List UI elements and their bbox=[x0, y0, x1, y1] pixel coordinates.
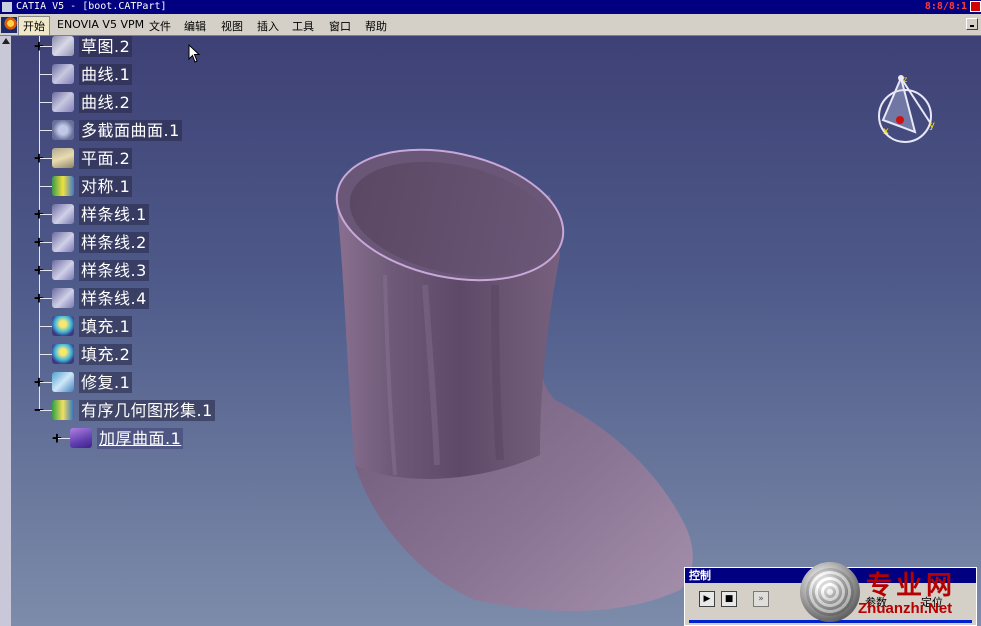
tree-node-label[interactable]: 填充.1 bbox=[79, 316, 133, 337]
next-icon: » bbox=[758, 594, 764, 604]
curve-icon bbox=[52, 92, 74, 112]
spline-icon bbox=[52, 232, 74, 252]
tree-node-label[interactable]: 样条线.3 bbox=[79, 260, 149, 281]
mouse-cursor-icon bbox=[188, 44, 201, 63]
curve-icon bbox=[52, 64, 74, 84]
fill-icon bbox=[52, 316, 74, 336]
menu-bar: 开始 ENOVIA V5 VPM 文件 编辑 视图 插入 工具 窗口 帮助 bbox=[0, 14, 981, 36]
spline-icon bbox=[52, 260, 74, 280]
menu-view[interactable]: 视图 bbox=[221, 18, 243, 34]
menu-insert[interactable]: 插入 bbox=[257, 18, 279, 34]
symmetry-icon bbox=[52, 176, 74, 196]
app-window-icon bbox=[2, 2, 12, 12]
tree-node-label[interactable]: 曲线.1 bbox=[79, 64, 133, 85]
compass-widget[interactable]: x y z bbox=[865, 70, 945, 150]
fill-icon bbox=[52, 344, 74, 364]
tree-node-label[interactable]: 平面.2 bbox=[79, 148, 133, 169]
tree-node-label[interactable]: 修复.1 bbox=[79, 372, 133, 393]
menu-enovia[interactable]: ENOVIA V5 VPM bbox=[57, 18, 144, 31]
spline-icon bbox=[52, 204, 74, 224]
compass-y-label: y bbox=[929, 120, 935, 131]
tree-node-label[interactable]: 样条线.1 bbox=[79, 204, 149, 225]
tree-node-label[interactable]: 草图.2 bbox=[79, 36, 133, 57]
menu-window[interactable]: 窗口 bbox=[329, 18, 351, 34]
tree-node-label[interactable]: 填充.2 bbox=[79, 344, 133, 365]
title-bar: CATIA V5 - [boot.CATPart] 8:8/8:1 bbox=[0, 0, 981, 14]
specification-tree: + 草图.2 曲线.1 曲线.2 多截面曲面.1 + 平面.2 对称.1 + 样… bbox=[0, 36, 300, 456]
watermark-logo bbox=[800, 562, 860, 622]
play-icon: ▶ bbox=[703, 594, 711, 604]
tree-node-label[interactable]: 多截面曲面.1 bbox=[79, 120, 182, 141]
clock-readout: 8:8/8:1 bbox=[924, 1, 967, 12]
stop-icon: ■ bbox=[724, 594, 734, 604]
multi-section-surface-icon bbox=[52, 120, 74, 140]
stop-button[interactable]: ■ bbox=[721, 591, 737, 607]
compass-x-label: x bbox=[883, 126, 889, 137]
tree-node-label[interactable]: 样条线.2 bbox=[79, 232, 149, 253]
healing-icon bbox=[52, 372, 74, 392]
tree-node-label[interactable]: 对称.1 bbox=[79, 176, 133, 197]
thick-surface-icon bbox=[70, 428, 92, 448]
menu-tools[interactable]: 工具 bbox=[292, 18, 314, 34]
close-window-button[interactable] bbox=[970, 1, 981, 12]
tree-node-label[interactable]: 曲线.2 bbox=[79, 92, 133, 113]
watermark-url: Zhuanzhi.Net bbox=[858, 600, 953, 617]
watermark-text: 专业网 bbox=[866, 571, 957, 601]
menu-help[interactable]: 帮助 bbox=[365, 18, 387, 34]
tree-node-label[interactable]: 加厚曲面.1 bbox=[97, 428, 184, 449]
next-button[interactable]: » bbox=[753, 591, 769, 607]
menu-edit[interactable]: 编辑 bbox=[184, 18, 206, 34]
play-button[interactable]: ▶ bbox=[699, 591, 715, 607]
tree-node-label[interactable]: 有序几何图形集.1 bbox=[79, 400, 215, 421]
sketch-icon bbox=[52, 36, 74, 56]
catia-logo-icon[interactable] bbox=[1, 17, 17, 33]
menu-start[interactable]: 开始 bbox=[18, 16, 50, 36]
boot-3d-model[interactable] bbox=[325, 135, 705, 620]
minimize-button[interactable] bbox=[966, 18, 978, 30]
compass-z-label: z bbox=[903, 75, 907, 84]
ordered-geometrical-set-icon bbox=[52, 400, 74, 420]
spline-icon bbox=[52, 288, 74, 308]
menu-file[interactable]: 文件 bbox=[149, 18, 171, 34]
window-title: CATIA V5 - [boot.CATPart] bbox=[16, 1, 167, 12]
compass-origin-icon bbox=[896, 116, 904, 124]
tree-node-label[interactable]: 样条线.4 bbox=[79, 288, 149, 309]
plane-icon bbox=[52, 148, 74, 168]
